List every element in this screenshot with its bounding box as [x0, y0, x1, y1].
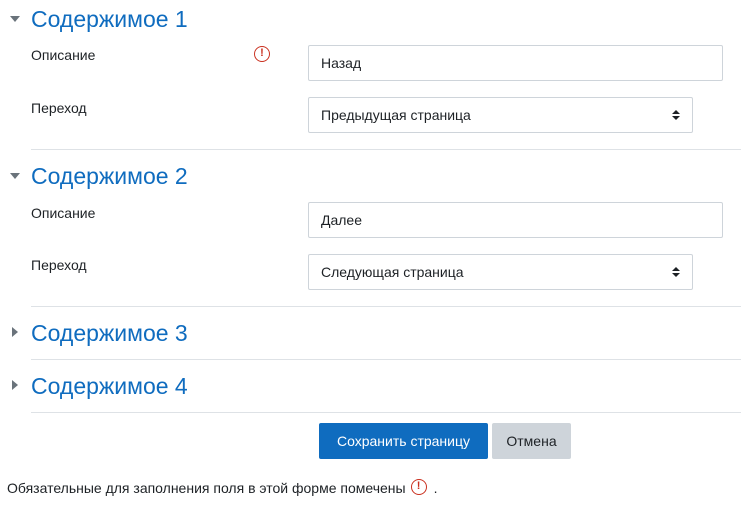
description-input[interactable]	[308, 202, 723, 238]
section-title[interactable]: Содержимое 3	[31, 318, 188, 348]
required-icon: !	[254, 46, 270, 62]
transition-label: Переход	[31, 257, 87, 273]
transition-select-value: Предыдущая страница	[321, 107, 471, 123]
section-divider	[31, 306, 741, 307]
required-note-suffix: .	[433, 480, 438, 496]
sort-arrows-icon	[672, 267, 680, 279]
required-icon: !	[410, 479, 427, 495]
transition-select[interactable]: Предыдущая страница	[308, 97, 693, 133]
transition-select[interactable]: Следующая страница	[308, 254, 693, 290]
transition-select-value: Следующая страница	[321, 264, 464, 280]
sort-arrows-icon	[672, 110, 680, 122]
save-page-button[interactable]: Сохранить страницу	[319, 423, 488, 459]
caret-right-icon[interactable]	[10, 371, 22, 401]
section-title[interactable]: Содержимое 1	[31, 4, 188, 34]
transition-label: Переход	[31, 100, 87, 116]
section-title[interactable]: Содержимое 4	[31, 371, 188, 401]
section-divider	[31, 149, 741, 150]
section-divider	[31, 412, 741, 413]
description-label: Описание	[31, 47, 96, 63]
required-note-text: Обязательные для заполнения поля в этой …	[7, 480, 406, 496]
section-title[interactable]: Содержимое 2	[31, 161, 188, 191]
section-divider	[31, 359, 741, 360]
required-fields-note: Обязательные для заполнения поля в этой …	[7, 479, 438, 496]
caret-down-icon[interactable]	[10, 4, 22, 34]
description-label: Описание	[31, 205, 96, 221]
description-input[interactable]	[308, 45, 723, 81]
caret-right-icon[interactable]	[10, 318, 22, 348]
cancel-button[interactable]: Отмена	[492, 423, 571, 459]
caret-down-icon[interactable]	[10, 161, 22, 191]
